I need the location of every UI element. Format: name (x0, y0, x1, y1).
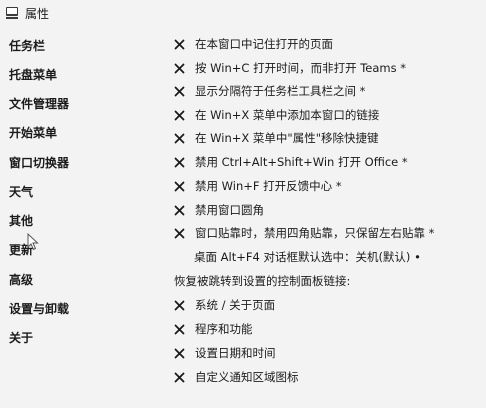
sidebar-item-advanced[interactable]: 高级 (9, 269, 33, 291)
x-icon (174, 157, 185, 167)
option-disable-corner-snap[interactable]: 窗口贴靠时，禁用四角贴靠，只保留左右贴靠 * (174, 223, 434, 243)
option-label: 在本窗口中记住打开的页面 (195, 37, 333, 51)
x-icon (174, 324, 185, 334)
x-icon (174, 181, 185, 191)
option-label: 在 Win+X 菜单中添加本窗口的链接 (195, 108, 380, 122)
option-toolbar-separators[interactable]: 显示分隔符于任务栏工具栏之间 * (174, 81, 365, 101)
option-winx-remove-shortcut[interactable]: 在 Win+X 菜单中"属性"移除快捷键 (174, 128, 379, 148)
x-icon (174, 348, 185, 358)
option-label: 系统 / 关于页面 (195, 298, 276, 312)
sidebar-item-start-menu[interactable]: 开始菜单 (9, 122, 57, 144)
title-bar: 属性 (0, 0, 486, 30)
sidebar-item-about[interactable]: 关于 (9, 327, 33, 349)
alt-f4-default-dropdown[interactable]: 桌面 Alt+F4 对话框默认选中：关机(默认) • (194, 247, 421, 267)
option-label: 程序和功能 (195, 322, 253, 336)
option-win-c-clock[interactable]: 按 Win+C 打开时间，而非打开 Teams * (174, 58, 406, 78)
sidebar-item-other[interactable]: 其他 (9, 210, 33, 232)
option-label: 设置日期和时间 (195, 346, 276, 360)
sidebar-item-window-switcher[interactable]: 窗口切换器 (9, 152, 69, 174)
sidebar-item-weather[interactable]: 天气 (9, 181, 33, 203)
option-disable-rounded-corners[interactable]: 禁用窗口圆角 (174, 200, 264, 220)
option-label: 禁用 Win+F 打开反馈中心 * (195, 179, 342, 193)
app-window-icon (6, 7, 18, 19)
x-icon (174, 110, 185, 120)
x-icon (174, 372, 185, 382)
option-restore-date-time[interactable]: 设置日期和时间 (174, 343, 276, 363)
properties-window: 属性 任务栏 托盘菜单 文件管理器 开始菜单 窗口切换器 天气 其他 更新 高级… (0, 0, 486, 408)
option-label: 禁用 Ctrl+Alt+Shift+Win 打开 Office * (195, 155, 408, 169)
x-icon (174, 63, 185, 73)
option-label: 显示分隔符于任务栏工具栏之间 * (195, 84, 366, 98)
option-label: 在 Win+X 菜单中"属性"移除快捷键 (195, 131, 379, 145)
sidebar: 任务栏 托盘菜单 文件管理器 开始菜单 窗口切换器 天气 其他 更新 高级 设置… (0, 30, 160, 408)
option-remember-page[interactable]: 在本窗口中记住打开的页面 (174, 34, 333, 54)
option-restore-programs-features[interactable]: 程序和功能 (174, 319, 253, 339)
option-restore-notification-icons[interactable]: 自定义通知区域图标 (174, 367, 299, 387)
x-icon (174, 205, 185, 215)
mouse-pointer-icon (27, 233, 39, 251)
x-icon (174, 228, 185, 238)
x-icon (174, 39, 185, 49)
option-label: 按 Win+C 打开时间，而非打开 Teams * (195, 61, 407, 75)
option-winx-add-link[interactable]: 在 Win+X 菜单中添加本窗口的链接 (174, 105, 379, 125)
settings-content: 在本窗口中记住打开的页面 按 Win+C 打开时间，而非打开 Teams * 显… (160, 30, 486, 408)
x-icon (174, 300, 185, 310)
option-label: 窗口贴靠时，禁用四角贴靠，只保留左右贴靠 * (195, 226, 435, 240)
x-icon (174, 86, 185, 96)
restore-section-heading: 恢复被跳转到设置的控制面板链接: (174, 274, 351, 288)
window-title: 属性 (25, 7, 50, 21)
option-label: 禁用窗口圆角 (195, 203, 264, 217)
option-restore-system-about[interactable]: 系统 / 关于页面 (174, 295, 275, 315)
sidebar-item-taskbar[interactable]: 任务栏 (9, 35, 45, 57)
sidebar-item-setup-uninstall[interactable]: 设置与卸载 (9, 298, 69, 320)
option-disable-feedback-hub[interactable]: 禁用 Win+F 打开反馈中心 * (174, 176, 342, 196)
sidebar-item-tray-menu[interactable]: 托盘菜单 (9, 64, 57, 86)
x-icon (174, 133, 185, 143)
sidebar-item-file-explorer[interactable]: 文件管理器 (9, 93, 69, 115)
option-disable-office-hotkey[interactable]: 禁用 Ctrl+Alt+Shift+Win 打开 Office * (174, 152, 408, 172)
option-label: 自定义通知区域图标 (195, 370, 299, 384)
